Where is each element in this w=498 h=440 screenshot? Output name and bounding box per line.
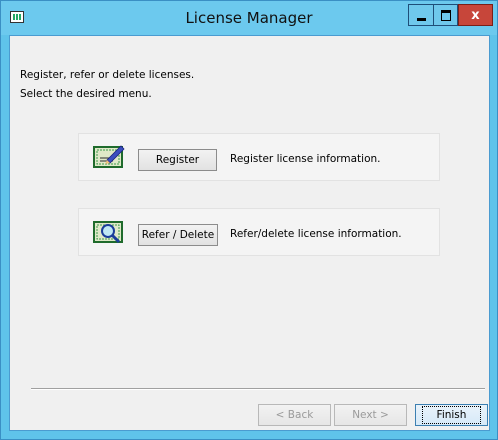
register-option-panel: Register Register license information. bbox=[78, 133, 440, 181]
refer-delete-description: Refer/delete license information. bbox=[230, 228, 402, 240]
close-button[interactable]: x bbox=[458, 4, 493, 26]
register-certificate-icon bbox=[93, 145, 125, 168]
refer-delete-magnifier-icon bbox=[93, 221, 123, 244]
refer-delete-button[interactable]: Refer / Delete bbox=[138, 224, 218, 246]
close-icon: x bbox=[471, 7, 480, 23]
license-manager-window: License Manager x Register, refer or del… bbox=[0, 0, 498, 440]
intro-text-line1: Register, refer or delete licenses. bbox=[20, 69, 195, 81]
maximize-button[interactable] bbox=[433, 4, 458, 26]
next-button[interactable]: Next > bbox=[334, 404, 407, 426]
minimize-button[interactable] bbox=[408, 4, 433, 26]
register-button[interactable]: Register bbox=[138, 149, 217, 171]
footer-separator bbox=[31, 388, 485, 390]
maximize-icon bbox=[440, 9, 451, 21]
title-bar[interactable]: License Manager x bbox=[1, 1, 497, 35]
dialog-client-area: Register, refer or delete licenses. Sele… bbox=[9, 35, 490, 431]
minimize-icon bbox=[416, 17, 426, 21]
back-button[interactable]: < Back bbox=[258, 404, 331, 426]
finish-button[interactable]: Finish bbox=[415, 404, 488, 426]
finish-button-label: Finish bbox=[421, 406, 482, 424]
register-description: Register license information. bbox=[230, 153, 381, 165]
refer-delete-option-panel: Refer / Delete Refer/delete license info… bbox=[78, 208, 440, 256]
intro-text-line2: Select the desired menu. bbox=[20, 88, 152, 100]
